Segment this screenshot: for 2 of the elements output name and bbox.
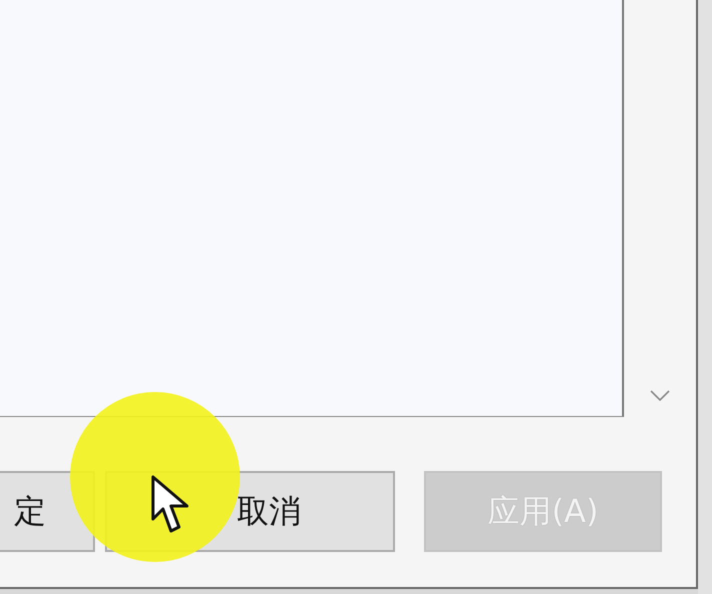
chevron-down-icon[interactable] — [650, 390, 670, 401]
cursor-icon — [151, 475, 191, 535]
